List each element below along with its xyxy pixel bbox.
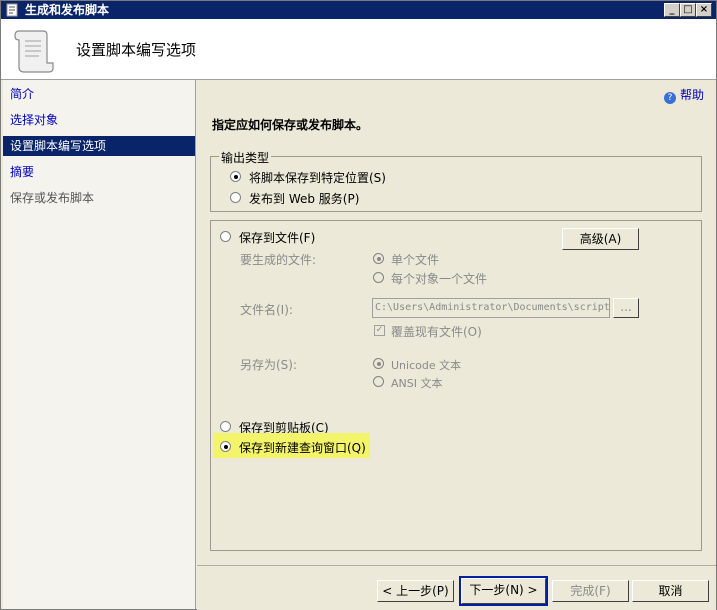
step-scripting-options[interactable]: 设置脚本编写选项 — [3, 136, 195, 156]
browse-button[interactable]: ... — [613, 298, 639, 318]
publish-web-service-label[interactable]: 发布到 Web 服务(P) — [249, 190, 359, 207]
title-bar: 生成和发布脚本 _ □ × — [1, 1, 716, 19]
wizard-footer: < 上一步(P) 下一步(N) > 完成(F) 取消 — [197, 565, 716, 610]
unicode-text-label: Unicode 文本 — [391, 359, 462, 372]
save-to-new-query-radio[interactable] — [220, 441, 231, 452]
publish-web-service-radio[interactable] — [230, 192, 241, 203]
save-to-location-radio[interactable] — [230, 171, 241, 182]
back-button[interactable]: < 上一步(P) — [377, 580, 454, 602]
advanced-button[interactable]: 高级(A) — [562, 228, 639, 250]
maximize-button[interactable]: □ — [680, 3, 696, 17]
instruction-text: 指定应如何保存或发布脚本。 — [212, 118, 369, 132]
page-title: 设置脚本编写选项 — [76, 41, 197, 59]
save-as-label: 另存为(S): — [240, 358, 298, 372]
filename-input[interactable]: C:\Users\Administrator\Documents\script — [372, 298, 610, 318]
save-to-location-label[interactable]: 将脚本保存到特定位置(S) — [249, 169, 386, 186]
overwrite-checkbox[interactable]: ✓ — [374, 325, 385, 336]
minimize-button[interactable]: _ — [664, 3, 680, 17]
save-options-panel: 保存到文件(F) 高级(A) 要生成的文件: 单个文件 每个对象一个文件 文件名… — [210, 220, 702, 551]
window-title: 生成和发布脚本 — [25, 3, 110, 17]
ansi-text-radio[interactable] — [373, 376, 384, 387]
output-type-legend: 输出类型 — [219, 149, 272, 166]
step-summary[interactable]: 摘要 — [3, 162, 195, 182]
finish-button[interactable]: 完成(F) — [552, 580, 629, 602]
save-to-new-query-label[interactable]: 保存到新建查询窗口(Q) — [239, 439, 366, 456]
single-file-label: 单个文件 — [391, 253, 440, 267]
scroll-icon — [14, 30, 54, 73]
step-introduction[interactable]: 简介 — [3, 84, 195, 104]
save-to-file-radio[interactable] — [220, 231, 231, 242]
help-link[interactable]: ? 帮助 — [663, 86, 704, 104]
cancel-button[interactable]: 取消 — [632, 580, 709, 602]
files-to-generate-label: 要生成的文件: — [240, 253, 317, 267]
next-button[interactable]: 下一步(N) > — [459, 576, 548, 606]
unicode-text-radio[interactable] — [373, 358, 384, 369]
filename-label: 文件名(I): — [240, 303, 293, 317]
output-type-group: 输出类型 将脚本保存到特定位置(S) 发布到 Web 服务(P) — [210, 149, 702, 212]
file-per-object-label: 每个对象一个文件 — [391, 272, 488, 286]
save-to-clipboard-radio[interactable] — [220, 421, 231, 432]
wizard-steps: 简介 选择对象 设置脚本编写选项 摘要 保存或发布脚本 — [3, 80, 196, 609]
single-file-radio[interactable] — [373, 253, 384, 264]
wizard-header: 设置脚本编写选项 — [1, 19, 716, 80]
wizard-window: 生成和发布脚本 _ □ × 设置脚本编写选项 简介 选择对象 设置脚本编写选项 … — [0, 0, 717, 610]
help-icon: ? — [663, 92, 676, 104]
overwrite-label: 覆盖现有文件(O) — [391, 325, 482, 339]
script-icon — [6, 3, 18, 17]
step-choose-objects[interactable]: 选择对象 — [3, 110, 195, 130]
save-to-file-label[interactable]: 保存到文件(F) — [239, 229, 315, 246]
step-save-or-publish: 保存或发布脚本 — [10, 191, 95, 205]
close-button[interactable]: × — [696, 3, 712, 17]
file-per-object-radio[interactable] — [373, 272, 384, 283]
help-label: 帮助 — [679, 88, 704, 102]
ansi-text-label: ANSI 文本 — [391, 377, 443, 390]
main-panel: ? 帮助 指定应如何保存或发布脚本。 输出类型 将脚本保存到特定位置(S) 发布到… — [197, 80, 716, 565]
